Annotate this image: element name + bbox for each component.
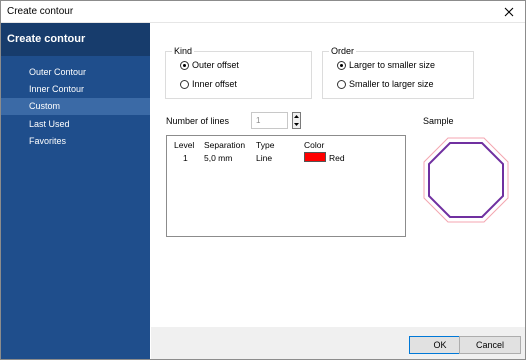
footer-bar: OK Cancel [151, 327, 525, 359]
sample-outer-contour [423, 137, 509, 223]
number-of-lines-label: Number of lines [166, 116, 230, 126]
column-header-type: Type [256, 140, 275, 150]
column-header-separation: Separation [204, 140, 246, 150]
window-title: Create contour [7, 6, 74, 17]
sidebar-item-label: Last Used [29, 119, 70, 129]
sidebar-item-label: Custom [29, 101, 61, 111]
sidebar-item-last-used[interactable]: Last Used [1, 116, 150, 133]
sample-inner-shape [428, 142, 504, 218]
sidebar-item-favorites[interactable]: Favorites [1, 133, 150, 150]
sidebar-header-title: Create contour [7, 33, 86, 45]
column-header-level: Level [174, 140, 195, 150]
number-of-lines-spinner [292, 112, 301, 129]
sidebar-item-inner-contour[interactable]: Inner Contour [1, 81, 150, 98]
color-swatch[interactable] [304, 152, 326, 162]
cell-color-name: Red [329, 153, 345, 163]
spin-up-button[interactable] [293, 113, 300, 120]
sidebar-item-custom[interactable]: Custom [1, 98, 150, 115]
radio-outer-offset[interactable]: Outer offset [180, 58, 239, 72]
order-legend: Order [329, 46, 357, 56]
cell-level: 1 [183, 153, 188, 163]
radio-inner-offset[interactable]: Inner offset [180, 77, 237, 91]
cancel-button[interactable]: Cancel [459, 336, 521, 354]
spin-down-button[interactable] [293, 121, 300, 128]
spin-down-icon [294, 123, 299, 126]
kind-legend: Kind [172, 46, 195, 56]
sidebar-item-label: Favorites [29, 136, 67, 146]
sidebar-item-label: Inner Contour [29, 84, 85, 94]
number-of-lines-input[interactable]: 1 [251, 112, 288, 129]
sidebar: Create contour Outer Contour Inner Conto… [1, 23, 150, 359]
cell-separation: 5,0 mm [204, 153, 233, 163]
order-group: Order Larger to smaller size Smaller to … [322, 46, 474, 99]
radio-inner-offset-indicator [180, 79, 189, 89]
title-bar: Create contour [1, 1, 525, 23]
spin-up-icon [294, 115, 299, 118]
dialog-window: Create contour Create contour Outer Cont… [0, 0, 526, 360]
radio-larger-to-smaller-indicator [337, 60, 346, 70]
radio-outer-offset-indicator [180, 60, 189, 70]
radio-larger-to-smaller-label: Larger to smaller size [349, 60, 436, 70]
sidebar-header: Create contour [1, 23, 150, 56]
sample-label: Sample [423, 116, 454, 126]
close-icon [504, 7, 514, 16]
radio-larger-to-smaller[interactable]: Larger to smaller size [337, 58, 435, 72]
close-button[interactable] [493, 1, 525, 22]
radio-smaller-to-larger[interactable]: Smaller to larger size [337, 77, 434, 91]
sidebar-item-label: Outer Contour [29, 67, 87, 77]
levels-table[interactable]: Level Separation Type Color 1 5,0 mm Lin… [166, 135, 406, 237]
radio-outer-offset-label: Outer offset [192, 60, 239, 70]
radio-smaller-to-larger-label: Smaller to larger size [349, 79, 434, 89]
cell-type: Line [256, 153, 273, 163]
column-header-color: Color [304, 140, 325, 150]
sidebar-item-outer-contour[interactable]: Outer Contour [1, 64, 150, 81]
sample-preview [423, 137, 509, 223]
radio-smaller-to-larger-indicator [337, 79, 346, 89]
radio-inner-offset-label: Inner offset [192, 79, 237, 89]
kind-group: Kind Outer offset Inner offset [165, 46, 312, 99]
